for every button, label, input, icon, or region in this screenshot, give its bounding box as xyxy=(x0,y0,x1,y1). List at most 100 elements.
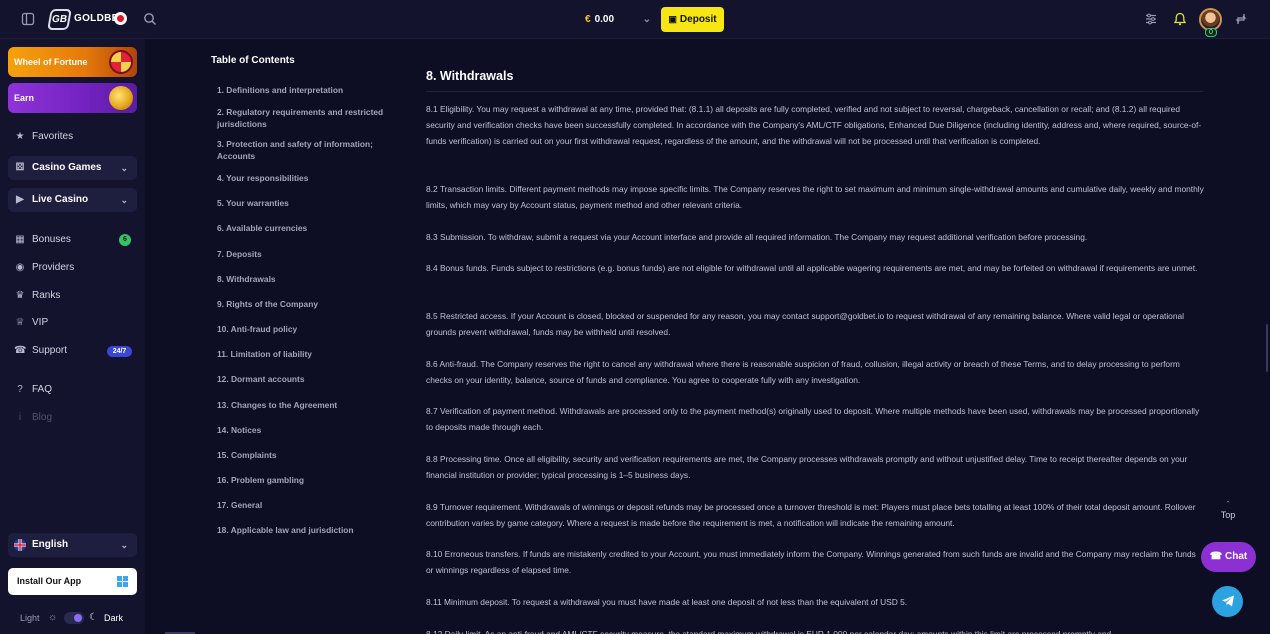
headset-icon: ☎ xyxy=(1209,551,1223,562)
deposit-button[interactable]: ▣ Deposit xyxy=(661,7,724,32)
bonuses-count-badge: 6 xyxy=(119,234,131,246)
toc-item[interactable]: 6. Available currencies xyxy=(217,223,407,235)
sidebar-item-bonuses[interactable]: ▦ Bonuses 6 xyxy=(8,229,137,251)
theme-dark-label: Dark xyxy=(104,613,124,623)
notification-bell-icon[interactable] xyxy=(1173,12,1187,26)
vertical-scrollbar[interactable] xyxy=(1266,324,1268,372)
chat-button[interactable]: ☎ Chat xyxy=(1201,542,1256,572)
chevron-down-icon: ⌄ xyxy=(642,14,651,25)
install-app-label: Install Our App xyxy=(17,576,82,586)
toc-item[interactable]: 10. Anti-fraud policy xyxy=(217,324,407,336)
balance-selector[interactable]: €0.00 ⌄ xyxy=(580,9,654,31)
chevron-down-icon: ⌄ xyxy=(120,540,128,550)
paragraph: 8.10 Erroneous transfers. If funds are m… xyxy=(426,549,1196,575)
sidebar-item-label: FAQ xyxy=(32,384,53,395)
language-selector[interactable]: English ⌄ xyxy=(8,533,137,557)
language-label: English xyxy=(32,539,69,550)
back-to-top-button[interactable]: ⌃ Top xyxy=(1214,500,1242,530)
star-icon: ★ xyxy=(15,131,25,142)
toc-item[interactable]: 9. Rights of the Company xyxy=(217,299,407,311)
theme-light-label: Light xyxy=(20,613,40,623)
toc-item[interactable]: 18. Applicable law and jurisdiction xyxy=(217,525,407,537)
toc-item[interactable]: 13. Changes to the Agreement xyxy=(217,400,407,412)
sidebar-item-favorites[interactable]: ★ Favorites xyxy=(8,126,137,148)
sidebar-item-casino-games[interactable]: ⚄ Casino Games ⌄ xyxy=(8,156,137,180)
sidebar-toggle-icon[interactable] xyxy=(21,12,35,26)
gift-icon: ▦ xyxy=(15,234,25,245)
sidebar-item-ranks[interactable]: ♛ Ranks xyxy=(8,285,137,307)
headset-icon: ☎ xyxy=(14,345,27,356)
sidebar-item-label: Providers xyxy=(32,262,75,273)
windows-icon xyxy=(117,576,128,587)
support-hours-badge: 24/7 xyxy=(107,346,132,357)
deposit-label: Deposit xyxy=(679,14,717,25)
install-app-button[interactable]: Install Our App xyxy=(8,568,137,595)
sidebar-item-label: Bonuses xyxy=(32,234,71,245)
search-icon[interactable] xyxy=(143,12,157,26)
sidebar-item-blog[interactable]: i Blog xyxy=(8,407,137,429)
sidebar-item-label: VIP xyxy=(32,317,49,328)
toc-item[interactable]: 11. Limitation of liability xyxy=(217,349,407,361)
chevron-down-icon: ⌄ xyxy=(120,163,128,173)
question-icon: ? xyxy=(17,384,23,395)
toc-item[interactable]: 4. Your responsibilities xyxy=(217,173,407,185)
currency-icon: € xyxy=(585,14,591,25)
sidebar-item-label: Blog xyxy=(32,412,53,423)
paragraph: 8.6 Anti-fraud. The Company reserves the… xyxy=(426,359,1180,385)
logo-mark[interactable]: GB xyxy=(47,9,72,30)
sidebar-item-providers[interactable]: ◉ Providers xyxy=(8,257,137,279)
fortune-wheel-icon xyxy=(109,50,133,74)
crown-icon: ♕ xyxy=(15,317,25,328)
paragraph: 8.12 Daily limit. As an anti-fraud and A… xyxy=(426,629,1112,634)
top-label: Top xyxy=(1220,510,1236,520)
toc-item[interactable]: 12. Dormant accounts xyxy=(217,374,407,386)
dice-icon: ⚄ xyxy=(15,162,25,173)
uk-flag-icon xyxy=(14,533,26,561)
section-title: 8. Withdrawals xyxy=(426,69,514,83)
paragraph: 8.8 Processing time. Once all eligibilit… xyxy=(426,454,1188,480)
sidebar-item-faq[interactable]: ? FAQ xyxy=(8,379,137,401)
sidebar-item-label: Casino Games xyxy=(32,162,102,173)
sidebar-item-label: Favorites xyxy=(32,131,74,142)
toc-item[interactable]: 7. Deposits xyxy=(217,249,407,261)
paragraph: 8.9 Turnover requirement. Withdrawals of… xyxy=(426,502,1196,528)
telegram-button[interactable] xyxy=(1212,586,1243,617)
toc-item[interactable]: 17. General xyxy=(217,500,407,512)
telegram-icon xyxy=(1221,595,1234,607)
paragraph: 8.11 Minimum deposit. To request a withd… xyxy=(426,597,908,607)
settings-sliders-icon[interactable] xyxy=(1144,12,1158,26)
toc-item[interactable]: 16. Problem gambling xyxy=(217,475,407,487)
camera-icon: ▶ xyxy=(16,194,24,205)
theme-switcher[interactable]: Light ☼ ☾ Dark xyxy=(20,612,140,626)
toc-item[interactable]: 5. Your warranties xyxy=(217,198,407,210)
sidebar-item-live-casino[interactable]: ▶ Live Casino ⌄ xyxy=(8,188,137,212)
chat-label: Chat xyxy=(1225,551,1248,562)
toc-item[interactable]: 15. Complaints xyxy=(217,450,407,462)
toc-item[interactable]: 3. Protection and safety of information;… xyxy=(217,139,407,162)
gamepad-icon: ◉ xyxy=(15,262,25,273)
sidebar-item-label: Live Casino xyxy=(32,194,89,205)
earn-label: Earn xyxy=(14,93,35,103)
paragraph: 8.1 Eligibility. You may request a withd… xyxy=(426,104,1202,146)
toc-item[interactable]: 1. Definitions and interpretation xyxy=(217,85,407,97)
toc-item[interactable]: 8. Withdrawals xyxy=(217,274,407,286)
top-bar: GB GOLDBET €0.00 ⌄ ▣ Deposit 0 xyxy=(0,0,1270,39)
wallet-icon: ▣ xyxy=(668,14,677,24)
toc-item[interactable]: 2. Regulatory requirements and restricte… xyxy=(217,107,407,130)
chevron-down-icon: ⌄ xyxy=(120,195,128,205)
wheel-of-fortune-label: Wheel of Fortune xyxy=(14,57,88,67)
wheel-of-fortune-banner[interactable]: Wheel of Fortune xyxy=(8,47,137,77)
earn-banner[interactable]: Earn xyxy=(8,83,137,113)
toc-title: Table of Contents xyxy=(211,55,295,66)
transfer-icon[interactable] xyxy=(1234,12,1248,26)
logo-badge-icon xyxy=(114,12,127,25)
toc-item[interactable]: 14. Notices xyxy=(217,425,407,437)
theme-toggle[interactable] xyxy=(64,612,84,624)
info-icon: i xyxy=(18,412,22,423)
sidebar-item-support[interactable]: ☎ Support 24/7 xyxy=(8,340,137,362)
moon-icon: ☾ xyxy=(89,612,98,623)
paragraph: 8.2 Transaction limits. Different paymen… xyxy=(426,184,1204,210)
sidebar-item-vip[interactable]: ♕ VIP xyxy=(8,312,137,334)
ranks-icon: ♛ xyxy=(15,290,25,301)
paragraph: 8.4 Bonus funds. Funds subject to restri… xyxy=(426,263,1198,273)
